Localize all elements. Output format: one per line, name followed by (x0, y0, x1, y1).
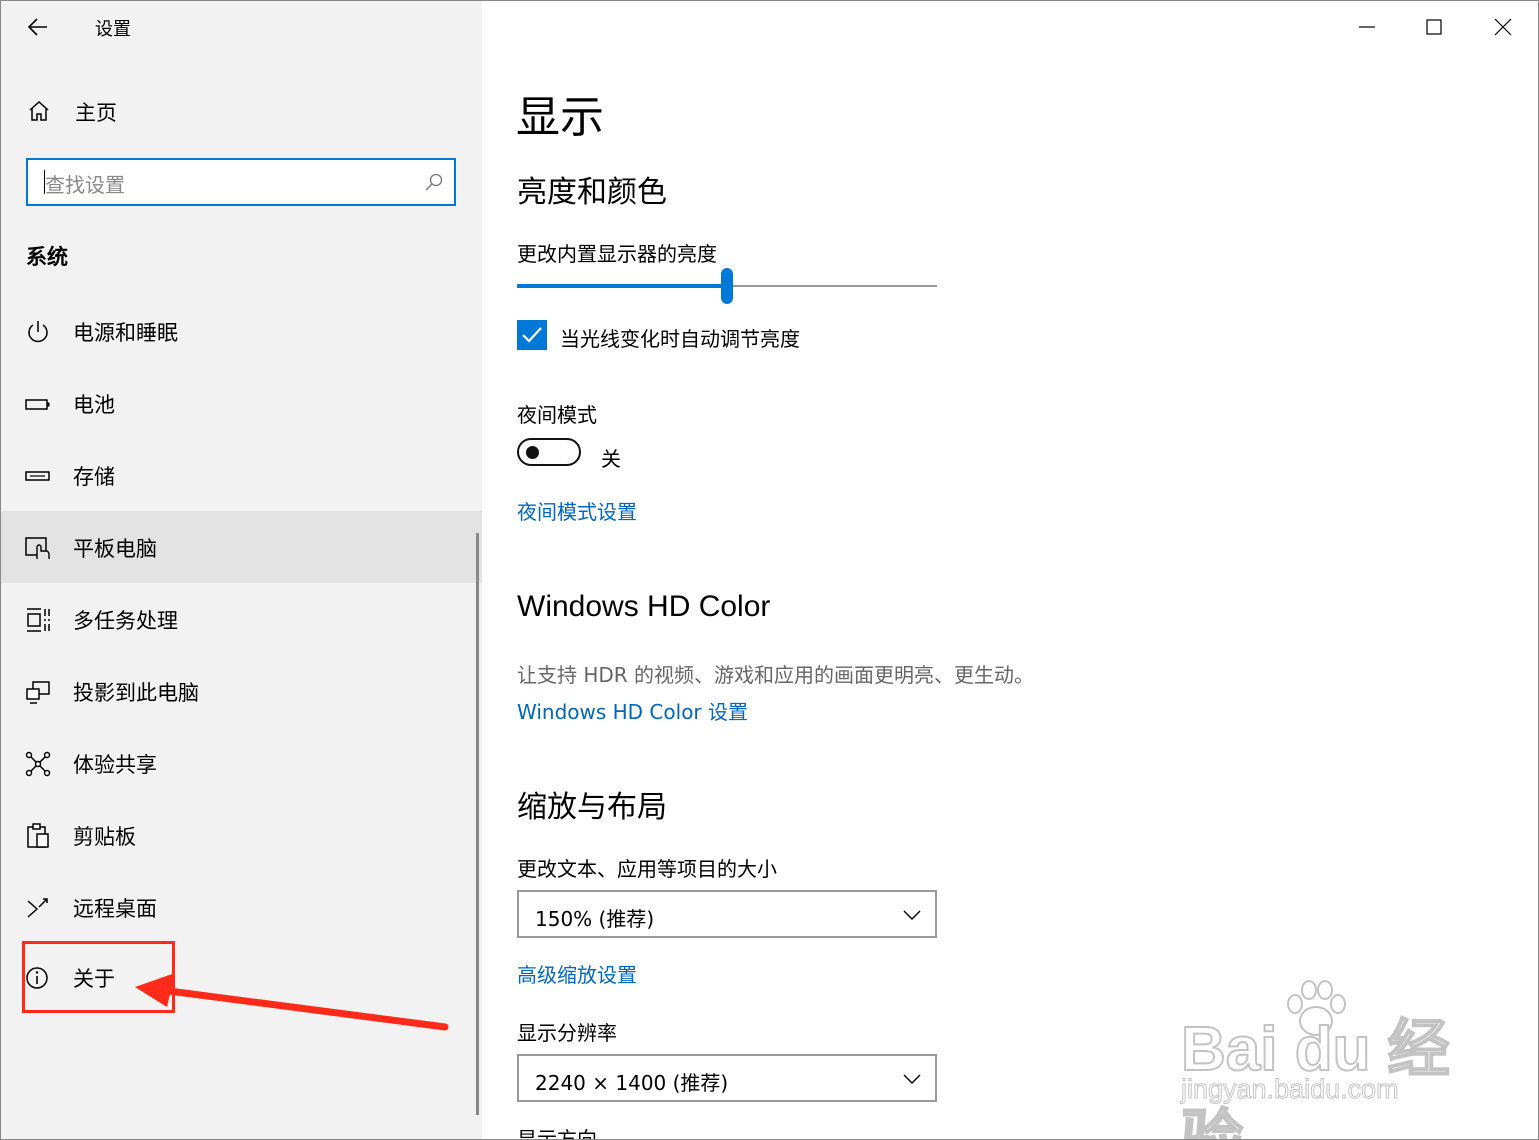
search-icon[interactable] (424, 172, 444, 192)
sidebar-item-label: 剪贴板 (73, 825, 136, 849)
watermark-brand: Bai du 经验 (1180, 1014, 1451, 1140)
sidebar-item-label: 体验共享 (73, 753, 157, 777)
scale-size-label: 更改文本、应用等项目的大小 (517, 857, 777, 881)
storage-icon (25, 471, 50, 481)
sidebar-item-clipboard[interactable]: 剪贴板 (1, 799, 482, 871)
power-icon (28, 321, 48, 343)
main-content: 显示 亮度和颜色 更改内置显示器的亮度 当光线变化时自动调节亮度 夜间模式 关 … (482, 1, 1538, 1139)
search-input[interactable]: 查找设置 (26, 158, 456, 206)
night-mode-state: 关 (601, 447, 621, 471)
brightness-heading: 亮度和颜色 (517, 175, 667, 210)
sidebar-item-project[interactable]: 投影到此电脑 (1, 655, 482, 727)
maximize-icon[interactable] (1416, 9, 1452, 45)
share-icon (25, 751, 51, 777)
slider-thumb[interactable] (721, 268, 733, 304)
checkmark-icon (522, 327, 542, 343)
baidu-watermark: Bai du 经验 jingyan.baidu.com (1180, 976, 1456, 1139)
back-arrow-icon (27, 18, 47, 36)
orientation-label: 显示方向 (517, 1127, 597, 1140)
hdr-description: 让支持 HDR 的视频、游戏和应用的画面更明亮、更生动。 (517, 663, 1035, 687)
watermark-url: jingyan.baidu.com (1181, 1074, 1400, 1105)
sidebar-item-label: 平板电脑 (73, 537, 157, 561)
sidebar-item-label: 投影到此电脑 (73, 681, 199, 705)
section-title: 系统 (26, 245, 68, 269)
resolution-label: 显示分辨率 (517, 1021, 617, 1045)
page-title: 显示 (516, 92, 604, 143)
sidebar-item-label: 电源和睡眠 (73, 321, 178, 345)
sidebar-item-label: 远程桌面 (73, 897, 157, 921)
auto-brightness-checkbox[interactable] (517, 320, 547, 350)
advanced-scaling-link[interactable]: 高级缩放设置 (517, 959, 637, 988)
sidebar-item-label: 多任务处理 (73, 609, 178, 633)
toggle-knob (526, 446, 539, 459)
sidebar-item-multitasking[interactable]: 多任务处理 (1, 583, 482, 655)
tablet-icon (25, 537, 50, 559)
battery-icon (25, 399, 50, 410)
scale-size-dropdown[interactable]: 150% (推荐) (517, 890, 937, 938)
scale-heading: 缩放与布局 (517, 790, 667, 825)
brightness-slider[interactable] (517, 268, 937, 304)
sidebar-scrollbar[interactable] (476, 533, 479, 1115)
close-icon[interactable] (1485, 9, 1521, 45)
nav-home[interactable]: 主页 (1, 89, 482, 133)
night-mode-toggle[interactable] (517, 438, 581, 466)
resolution-dropdown[interactable]: 2240 × 1400 (推荐) (517, 1054, 937, 1102)
sidebar-item-label: 存储 (73, 465, 115, 489)
clipboard-icon (27, 823, 49, 848)
chevron-down-icon (903, 910, 921, 920)
nav-home-label: 主页 (75, 101, 117, 125)
remote-desktop-icon (27, 898, 48, 918)
dropdown-value: 2240 × 1400 (推荐) (535, 1071, 729, 1095)
night-mode-settings-link[interactable]: 夜间模式设置 (517, 496, 637, 525)
back-button[interactable] (23, 11, 55, 43)
sidebar-item-tablet[interactable]: 平板电脑 (1, 511, 482, 583)
annotation-arrow-icon (135, 973, 449, 1031)
slider-fill (517, 284, 727, 288)
dropdown-value: 150% (推荐) (535, 907, 655, 931)
settings-window: 设置 主页 查找设置 系统 电源和睡眠 电池 存储 平板电脑 多任务处理 投影到… (0, 0, 1539, 1140)
multitasking-icon (27, 608, 50, 632)
sidebar-item-label: 电池 (73, 393, 115, 417)
sidebar-item-shared-experiences[interactable]: 体验共享 (1, 727, 482, 799)
search-placeholder: 查找设置 (45, 173, 125, 197)
sidebar-item-power[interactable]: 电源和睡眠 (1, 295, 482, 367)
project-icon (26, 681, 50, 704)
auto-brightness-label[interactable]: 当光线变化时自动调节亮度 (560, 323, 800, 352)
night-mode-label: 夜间模式 (517, 403, 597, 427)
hdr-heading: Windows HD Color (517, 590, 771, 623)
sidebar-item-battery[interactable]: 电池 (1, 367, 482, 439)
minimize-icon[interactable] (1349, 9, 1385, 45)
sidebar-item-storage[interactable]: 存储 (1, 439, 482, 511)
sidebar-item-remote-desktop[interactable]: 远程桌面 (1, 871, 482, 943)
app-title: 设置 (95, 19, 131, 40)
brightness-slider-label: 更改内置显示器的亮度 (517, 242, 717, 266)
home-icon (29, 100, 49, 121)
chevron-down-icon (903, 1074, 921, 1084)
hdr-settings-link[interactable]: Windows HD Color 设置 (517, 696, 748, 725)
